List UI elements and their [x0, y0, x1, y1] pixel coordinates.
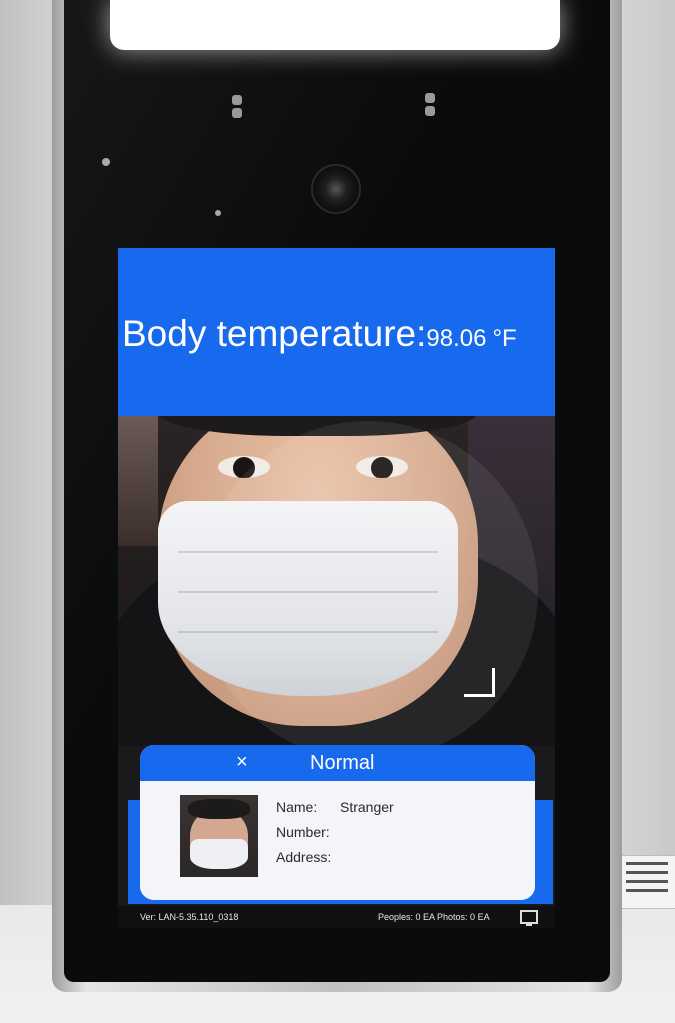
face-mask — [158, 501, 458, 696]
version-text: Ver: LAN-5.35.110_0318 — [140, 912, 239, 922]
monitor-icon[interactable] — [520, 910, 538, 926]
status-bar: Ver: LAN-5.35.110_0318 Peoples: 0 EA Pho… — [118, 906, 555, 928]
count-text: Peoples: 0 EA Photos: 0 EA — [378, 912, 490, 922]
temperature-unit: °F — [492, 325, 517, 352]
recognition-card: × Normal Name: Stranger Number: Address: — [140, 745, 535, 900]
temperature-value: 98.06 — [426, 325, 487, 352]
temperature-label: Body temperature: — [122, 313, 427, 354]
background-shelf — [118, 416, 158, 546]
status-label: Normal — [310, 752, 375, 774]
temperature-readout: Body temperature:98.06 °F — [122, 313, 517, 355]
ir-sensor-right — [425, 93, 435, 117]
indicator-dot — [215, 210, 221, 216]
card-header: × Normal — [140, 745, 535, 781]
number-label: Number: — [276, 824, 330, 840]
temperature-banner: Body temperature:98.06 °F — [118, 248, 555, 416]
front-camera — [311, 164, 361, 214]
face-frame-corner — [464, 668, 495, 697]
ir-sensor-left — [232, 95, 242, 119]
address-label: Address: — [276, 849, 332, 865]
name-label: Name: — [276, 799, 318, 815]
label-sticker — [617, 855, 675, 909]
device-screen: Body temperature:98.06 °F × Normal Name:… — [118, 248, 555, 928]
name-value: Stranger — [340, 799, 394, 815]
close-icon[interactable]: × — [236, 751, 248, 774]
card-body: Name: Stranger Number: Address: — [140, 781, 535, 900]
indicator-dot — [102, 158, 110, 166]
captured-face-photo — [180, 795, 258, 877]
fill-light-bar — [110, 0, 560, 50]
camera-preview — [118, 416, 555, 746]
